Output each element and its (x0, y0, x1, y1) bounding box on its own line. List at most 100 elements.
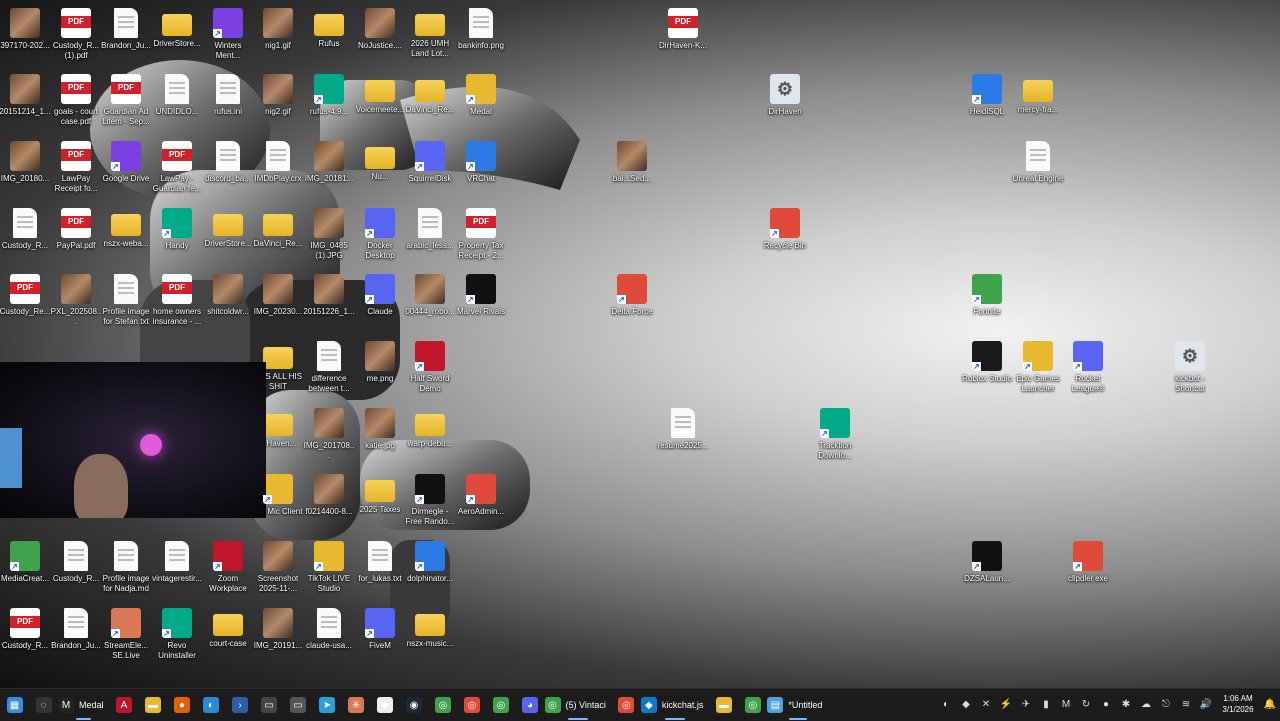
tray-icon[interactable]: ✈ (1016, 688, 1036, 720)
desktop-icon[interactable]: AeroAdmin... (455, 472, 507, 536)
desktop-icon[interactable]: Nu... (354, 139, 406, 203)
desktop-icon[interactable]: rufus.ini (202, 72, 254, 136)
desktop-icon[interactable]: 2026 UMH Land Lot... (404, 6, 456, 70)
desktop-icon[interactable]: DirHaven (759, 72, 811, 136)
desktop-icon[interactable]: 2025 Taxes (354, 472, 406, 536)
terminal2-task[interactable]: ▭ (284, 689, 313, 721)
chrome5-task[interactable]: ◎ (738, 689, 767, 721)
desktop-icon[interactable]: goals - court case.pdf (50, 72, 102, 136)
desktop-icon[interactable]: f0214400-8... (303, 472, 355, 536)
desktop-icon[interactable]: SquirrelDisk (404, 139, 456, 203)
desktop-icon[interactable]: Fortnite (961, 272, 1013, 336)
tray-icon[interactable]: M (1056, 688, 1076, 720)
tray-icon[interactable]: ✕ (976, 688, 996, 720)
desktop-icon[interactable]: Profile image for Nadja.md (100, 539, 152, 603)
chrome4-task[interactable]: ◎ (612, 689, 641, 721)
powershell-task[interactable]: › (226, 689, 255, 721)
telegram-task[interactable]: ➤ (313, 689, 342, 721)
desktop-icon[interactable]: Voicemeete... (354, 72, 406, 136)
desktop-icon[interactable]: me.png (354, 339, 406, 403)
desktop-icon[interactable]: Custody_R... (50, 539, 102, 603)
desktop-icon[interactable]: IMG_20180... (0, 139, 51, 203)
claude-task[interactable]: ✳ (342, 689, 371, 721)
desktop-icon[interactable]: NoJustice.... (354, 6, 406, 70)
desktop-icon[interactable]: Epic Games Launcher (1012, 339, 1064, 403)
desktop-icon[interactable]: IMG_20230... (252, 272, 304, 336)
chrome-task[interactable]: ◎ (429, 689, 458, 721)
folder-task[interactable]: ▬ (709, 689, 738, 721)
desktop-icon[interactable]: LawPay Receipt fo... (50, 139, 102, 203)
tray-icon[interactable]: ⎋ (1156, 688, 1176, 720)
desktop-icon[interactable]: nig1.gif (252, 6, 304, 70)
desktop-icon[interactable]: IMDbPlay.crx (252, 139, 304, 203)
desktop-icon[interactable]: Profile image for Stefan.txt (100, 272, 152, 336)
chrome2-task[interactable]: ◎ (458, 689, 487, 721)
vscode-task[interactable]: ◆ kickchat.js (640, 689, 710, 721)
desktop-icon[interactable]: Brandon_Ju... (100, 6, 152, 70)
desktop-icon[interactable]: DirHaven-K... (657, 6, 709, 70)
desktop-icon[interactable]: Zoom Workplace (202, 539, 254, 603)
desktop-icon[interactable]: DZSALaun... (961, 539, 1013, 603)
desktop-icon[interactable]: Winters Ment... (202, 6, 254, 70)
desktop-icon[interactable]: kickbot - Shortcut (1164, 339, 1216, 403)
desktop-icon[interactable]: dolphinator... (404, 539, 456, 603)
desktop-icon[interactable]: nszx-music... (404, 606, 456, 670)
taskbar-clock[interactable]: 1:06 AM 3/1/2026 (1216, 693, 1260, 715)
desktop-icon[interactable]: resume2025... (657, 406, 709, 470)
desktop-icon[interactable]: IMG_20191... (252, 606, 304, 670)
desktop-icon[interactable]: Screenshot 2025-11-... (252, 539, 304, 603)
desktop-icon[interactable]: Custody_R... (0, 606, 51, 670)
desktop-icon[interactable]: Rufus (303, 6, 355, 70)
desktop-icon[interactable]: katie.jpg (354, 406, 406, 470)
desktop-icon[interactable]: home owners insurance - ... (151, 272, 203, 336)
desktop-icon[interactable]: Roblox Studio (961, 339, 1013, 403)
notepad-task[interactable]: ▤ *Untitled (767, 689, 828, 721)
desktop-icon[interactable]: MediaCreat... (0, 539, 51, 603)
desktop-icon[interactable]: Brandon_Ju... (50, 606, 102, 670)
desktop-icon[interactable]: bal...Sed... (606, 139, 658, 203)
desktop-icon[interactable]: Custody_R... (0, 206, 51, 270)
desktop-icon[interactable]: nig2.gif (252, 72, 304, 136)
desktop-icon[interactable]: rufus-4.9... (303, 72, 355, 136)
desktop-icon[interactable]: Handy (151, 206, 203, 270)
discord-task[interactable]: ◕ (516, 689, 545, 721)
desktop-icon[interactable]: DriverStore... (202, 206, 254, 270)
desktop-icon[interactable]: Revo Uninstaller (151, 606, 203, 670)
tray-icon[interactable]: 🔊 (1196, 688, 1216, 720)
tray-icon[interactable]: ☁ (1136, 688, 1156, 720)
desktop-icon[interactable]: arabic_less... (404, 206, 456, 270)
desktop-icon[interactable]: claude-usa... (303, 606, 355, 670)
desktop-icon[interactable]: Rocket League® (1062, 339, 1114, 403)
desktop-icon[interactable]: court-case (202, 606, 254, 670)
desktop-icon[interactable]: Marvel Rivals (455, 272, 507, 336)
search-button[interactable]: ◌ (29, 689, 58, 721)
desktop-icon[interactable]: Recycle Bin (759, 206, 811, 270)
desktop-icon[interactable]: LawPay - Guardian fe... (151, 139, 203, 203)
desktop-icon[interactable]: UNDIDLO... (151, 72, 203, 136)
desktop-icon[interactable]: Property Tax Receipt - 2... (455, 206, 507, 270)
desktop-icon[interactable]: Custody_R... (1).pdf (50, 6, 102, 70)
tray-icon[interactable]: ↻ (1076, 688, 1096, 720)
desktop-icon[interactable]: Claude (354, 272, 406, 336)
tray-icon[interactable]: ⚡ (996, 688, 1016, 720)
desktop-icon[interactable]: Medal (455, 72, 507, 136)
desktop-icon[interactable]: 20151226_1... (303, 272, 355, 336)
desktop-icon[interactable]: IMG_0485 (1).JPG (303, 206, 355, 270)
desktop-icon[interactable]: bankinfo.png (455, 6, 507, 70)
medal-task[interactable]: M Medal (58, 689, 110, 721)
tray-icon[interactable]: ◆ (956, 688, 976, 720)
desktop-icon[interactable]: Delta Force (606, 272, 658, 336)
desktop-icon[interactable]: DaVinci_Re... (252, 206, 304, 270)
desktop-icon[interactable]: Custody_Re... (0, 272, 51, 336)
chrome-vintaci-task[interactable]: ◎ (5) Vintaci (544, 689, 612, 721)
desktop-icon[interactable]: 00444_robo... (404, 272, 456, 336)
file-explorer-task[interactable]: ▬ (139, 689, 168, 721)
firefox-task[interactable]: ● (168, 689, 197, 721)
desktop-icon[interactable]: clipdler.exe (1062, 539, 1114, 603)
terminal-task[interactable]: ▭ (255, 689, 284, 721)
desktop-icon[interactable]: discord_ba... (202, 139, 254, 203)
desktop-icon[interactable]: StreamEle... SE.Live (100, 606, 152, 670)
desktop-icon[interactable]: shitcoldwr... (202, 272, 254, 336)
desktop-icon[interactable]: difference between t... (303, 339, 355, 403)
desktop-icon[interactable]: Unreal Engine (1012, 139, 1064, 203)
